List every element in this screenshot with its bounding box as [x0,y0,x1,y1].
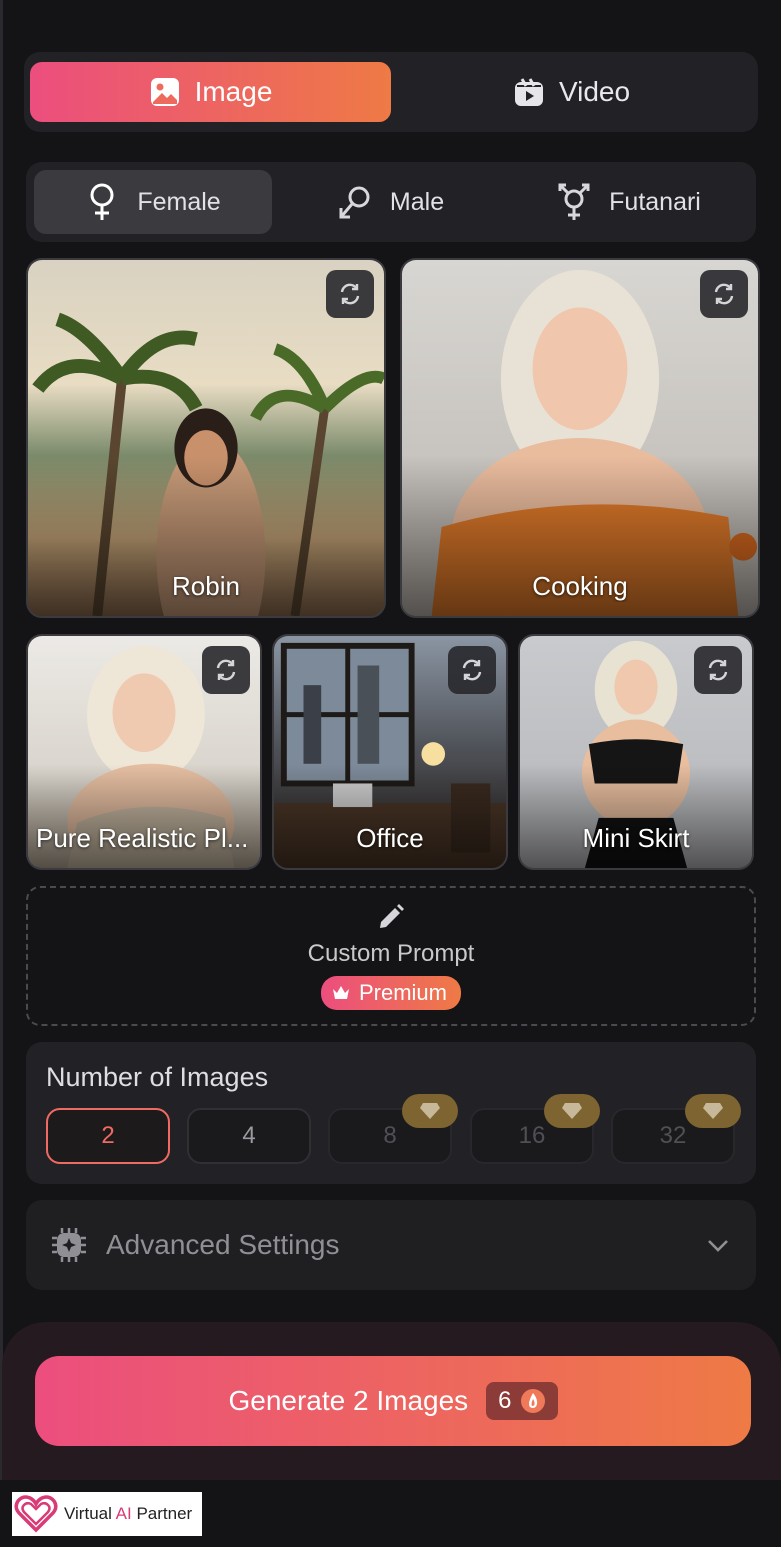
credit-cost-value: 6 [498,1387,512,1414]
refresh-button[interactable] [694,646,742,694]
option-value: 8 [383,1122,397,1149]
refresh-icon [462,659,482,681]
premium-badge: Premium [320,976,461,1010]
flame-coin-icon [520,1389,545,1413]
watermark-text: Virtual AI Partner [64,1504,193,1523]
diamond-icon [703,1103,723,1119]
premium-gem-badge [685,1094,741,1128]
preset-card-office[interactable]: Office [272,634,508,870]
option-value: 4 [242,1122,256,1149]
female-symbol-icon [90,183,114,220]
preset-card-robin[interactable]: Robin [26,258,386,618]
refresh-icon [708,659,728,681]
refresh-button[interactable] [202,646,250,694]
option-value: 2 [101,1122,115,1149]
refresh-icon [340,283,360,305]
tab-female-label: Female [137,187,221,216]
preset-label: Robin [172,571,240,601]
image-count-option-4[interactable]: 4 [187,1108,311,1164]
refresh-icon [216,659,236,681]
preset-label: Cooking [532,571,628,601]
premium-gem-badge [402,1094,458,1128]
preset-card-pure-realistic[interactable]: Pure Realistic Pl... [26,634,262,870]
tab-image[interactable]: Image [30,62,391,122]
tab-futanari[interactable]: Futanari [510,170,748,234]
tab-image-label: Image [194,76,273,107]
chip-settings-icon [52,1228,86,1262]
number-of-images-panel: Number of Images 2 4 8 16 32 [26,1042,756,1184]
refresh-button[interactable] [700,270,748,318]
refresh-button[interactable] [448,646,496,694]
advanced-settings-toggle[interactable]: Advanced Settings [26,1200,756,1290]
male-symbol-icon [339,186,370,219]
tab-video-label: Video [558,76,631,107]
crown-icon [332,986,349,999]
tab-male-label: Male [389,187,445,216]
preset-card-cooking[interactable]: Cooking [400,258,760,618]
preset-label: Pure Realistic Pl... [36,823,249,853]
option-value: 16 [518,1122,546,1149]
generate-button[interactable]: Generate 2 Images 6 [35,1356,751,1446]
custom-prompt-label: Custom Prompt [307,940,475,967]
mode-tabs: Image Video [24,52,758,132]
refresh-button[interactable] [326,270,374,318]
generate-label: Generate 2 Images [228,1385,469,1416]
image-count-option-32[interactable]: 32 [611,1094,741,1164]
tab-male[interactable]: Male [272,170,510,234]
image-count-option-8[interactable]: 8 [328,1094,458,1164]
credit-cost-badge: 6 [486,1382,558,1420]
diamond-icon [562,1103,582,1119]
preset-label: Mini Skirt [582,823,690,853]
diamond-icon [420,1103,440,1119]
custom-prompt-button[interactable]: Custom Prompt Premium [26,886,756,1026]
gender-tabs: Female Male Futanari [26,162,756,242]
premium-gem-badge [544,1094,600,1128]
preset-label: Office [356,823,424,853]
chevron-down-icon [708,1240,728,1252]
intersex-symbol-icon [558,183,590,220]
option-value: 32 [659,1122,687,1149]
pencil-icon [380,904,404,928]
tab-futanari-label: Futanari [609,187,701,216]
image-count-option-2[interactable]: 2 [46,1108,170,1164]
image-icon [150,78,179,106]
video-clapper-icon [514,78,543,106]
preset-card-mini-skirt[interactable]: Mini Skirt [518,634,754,870]
refresh-icon [714,283,734,305]
left-edge-divider [0,0,3,1480]
tab-video[interactable]: Video [391,62,752,122]
number-of-images-title: Number of Images [46,1062,269,1092]
advanced-settings-label: Advanced Settings [106,1229,340,1260]
image-count-option-16[interactable]: 16 [470,1094,600,1164]
brand-watermark: Virtual AI Partner [12,1492,202,1536]
premium-label: Premium [358,980,447,1005]
heart-logo-icon [14,1495,58,1533]
tab-female[interactable]: Female [34,170,272,234]
